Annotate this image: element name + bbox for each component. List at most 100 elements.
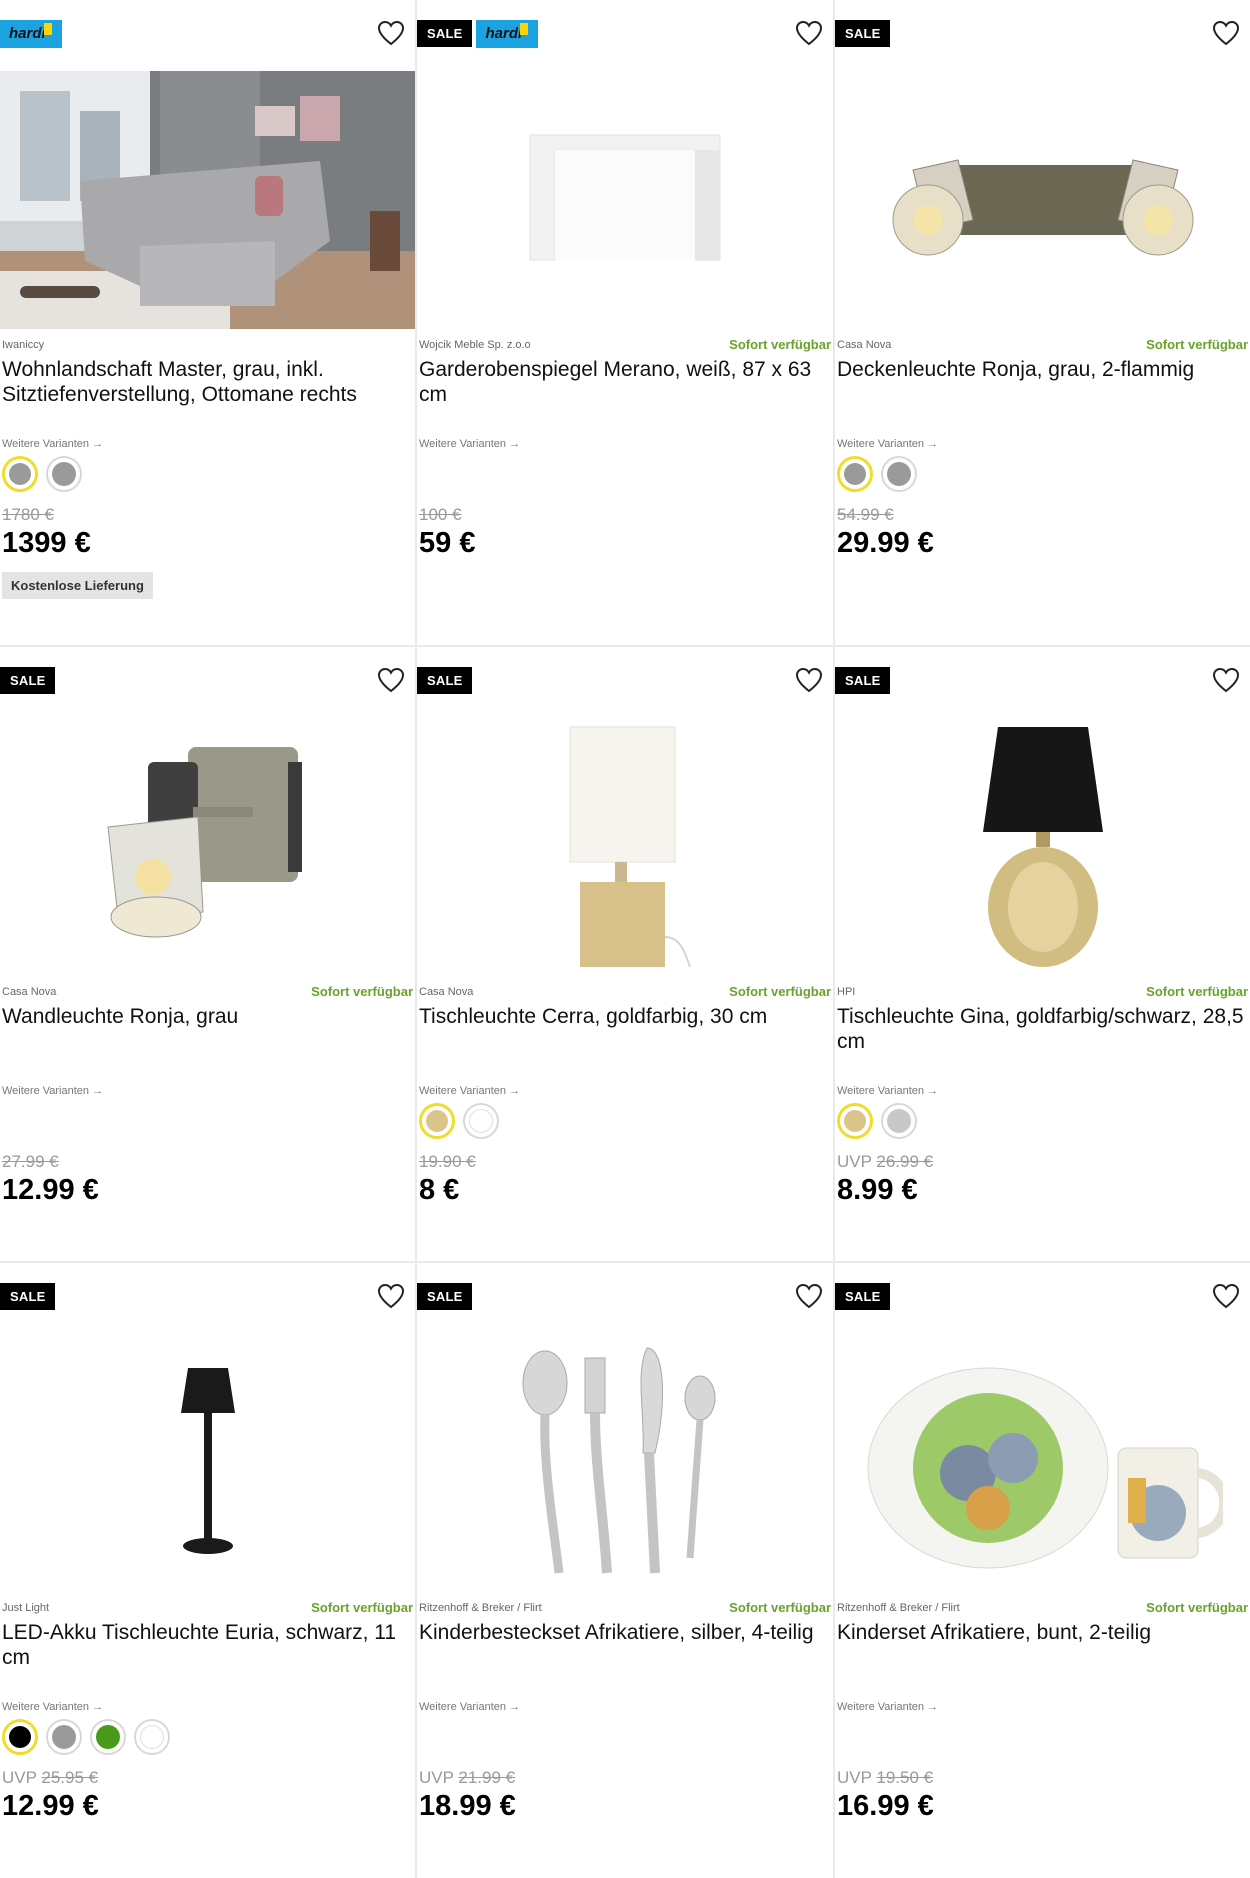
more-variants-link[interactable]: Weitere Varianten → (2, 1085, 103, 1097)
heart-icon[interactable] (377, 20, 405, 46)
swatch-fill (887, 462, 911, 486)
badge-group: SALE (0, 667, 56, 694)
product-card[interactable]: SALE Ritzenhoff & Breker / Flirt Sofort v… (835, 1263, 1250, 1878)
heart-icon[interactable] (1212, 1283, 1240, 1309)
brand-name: Wojcik Meble Sp. z.o.o (419, 339, 531, 351)
heart-icon[interactable] (1212, 667, 1240, 693)
product-name[interactable]: LED-Akku Tischleuchte Euria, schwarz, 11… (2, 1620, 409, 1670)
product-name[interactable]: Garderobenspiegel Merano, weiß, 87 x 63 … (419, 357, 827, 407)
hardi-logo-mark (520, 23, 529, 35)
cutlery-image[interactable] (417, 1333, 833, 1593)
product-name[interactable]: Wohnlandschaft Master, grau, inkl. Sitzt… (2, 357, 409, 407)
color-swatch[interactable] (419, 1103, 455, 1139)
product-meta: Iwaniccy (0, 337, 415, 353)
more-variants-link[interactable]: Weitere Varianten → (2, 1701, 103, 1713)
heart-icon[interactable] (795, 1283, 823, 1309)
product-meta: HPI Sofort verfügbar (835, 984, 1250, 1000)
heart-icon[interactable] (377, 1283, 405, 1309)
swatch-fill (887, 1109, 911, 1133)
product-name[interactable]: Kinderset Afrikatiere, bunt, 2-teilig (837, 1620, 1244, 1645)
product-meta: Casa Nova Sofort verfügbar (0, 984, 415, 1000)
ceiling-light-image[interactable] (835, 70, 1250, 330)
swatch-fill (844, 1110, 866, 1132)
color-swatch[interactable] (2, 1719, 38, 1755)
uvp-label: UVP (837, 1152, 872, 1171)
wall-light-image[interactable] (0, 717, 415, 977)
brand-name: Iwaniccy (2, 339, 45, 351)
product-card[interactable]: SALE Just Light Sofort verfügbar LED-Akku … (0, 1263, 415, 1878)
more-variants-link[interactable]: Weitere Varianten → (419, 1701, 520, 1713)
badge-group: SALE (417, 1283, 473, 1310)
product-card[interactable]: SALE hardi Wojcik Meble Sp. z.o.o Sofort v… (417, 0, 833, 645)
product-card[interactable]: SALE Casa Nova Sofort verfügbar Wandleucht… (0, 647, 415, 1261)
old-price-value: 27.99 € (2, 1152, 59, 1171)
product-name[interactable]: Tischleuchte Cerra, goldfarbig, 30 cm (419, 1004, 827, 1029)
swatch-fill (9, 463, 31, 485)
more-variants-link[interactable]: Weitere Varianten → (419, 438, 520, 450)
table-lamp-cerra-image[interactable] (417, 717, 833, 977)
more-variants-link[interactable]: Weitere Varianten → (837, 1085, 938, 1097)
availability-label: Sofort verfügbar (729, 1600, 831, 1615)
badge-group: SALE (0, 1283, 56, 1310)
old-price: 19.90 € (419, 1152, 476, 1172)
color-swatch[interactable] (837, 1103, 873, 1139)
hardi-badge-label: hardi (9, 25, 46, 42)
more-variants-link[interactable]: Weitere Varianten → (837, 1701, 938, 1713)
mirror-image[interactable] (417, 70, 833, 330)
current-price: 8.99 € (837, 1174, 918, 1206)
badge-group: SALE hardi (417, 20, 539, 48)
badge-group: hardi (0, 20, 62, 48)
old-price-value: 1780 € (2, 505, 54, 524)
product-name[interactable]: Deckenleuchte Ronja, grau, 2-flammig (837, 357, 1244, 382)
sale-badge: SALE (0, 1283, 56, 1310)
heart-icon[interactable] (1212, 20, 1240, 46)
sale-badge: SALE (417, 667, 473, 694)
kids-set-image[interactable] (835, 1333, 1250, 1593)
product-name[interactable]: Wandleuchte Ronja, grau (2, 1004, 409, 1029)
color-swatch[interactable] (2, 456, 38, 492)
brand-name: Ritzenhoff & Breker / Flirt (837, 1602, 960, 1614)
table-lamp-gina-image[interactable] (835, 717, 1250, 977)
more-variants-link[interactable]: Weitere Varianten → (419, 1085, 520, 1097)
more-variants-link[interactable]: Weitere Varianten → (837, 438, 938, 450)
color-swatch[interactable] (134, 1719, 170, 1755)
badge-group: SALE (417, 667, 473, 694)
product-card[interactable]: SALE Ritzenhoff & Breker / Flirt Sofort v… (417, 1263, 833, 1878)
old-price-value: 26.99 € (876, 1152, 934, 1171)
old-price-value: 19.90 € (419, 1152, 476, 1171)
product-card[interactable]: hardi Iwaniccy Wohnlandschaft Master, gra… (0, 0, 415, 645)
product-card[interactable]: SALE Casa Nova Sofort verfügbar Deckenleuc… (835, 0, 1250, 645)
battery-lamp-image[interactable] (0, 1333, 415, 1593)
product-card[interactable]: SALE HPI Sofort verfügbar Tischleuchte Gin… (835, 647, 1250, 1261)
current-price: 16.99 € (837, 1790, 934, 1822)
color-swatch[interactable] (46, 1719, 82, 1755)
current-price: 8 € (419, 1174, 460, 1206)
color-swatch[interactable] (837, 456, 873, 492)
heart-icon[interactable] (795, 667, 823, 693)
product-meta: Casa Nova Sofort verfügbar (835, 337, 1250, 353)
hardi-badge: hardi (476, 20, 539, 48)
sofa-image[interactable] (0, 70, 415, 330)
sale-badge: SALE (0, 667, 56, 694)
color-swatch[interactable] (463, 1103, 499, 1139)
color-swatch[interactable] (90, 1719, 126, 1755)
swatch-fill (426, 1110, 448, 1132)
old-price: UVP 26.99 € (837, 1152, 933, 1172)
more-variants-link[interactable]: Weitere Varianten → (2, 438, 103, 450)
heart-icon[interactable] (795, 20, 823, 46)
heart-icon[interactable] (377, 667, 405, 693)
sale-badge: SALE (417, 1283, 473, 1310)
product-name[interactable]: Kinderbesteckset Afrikatiere, silber, 4-… (419, 1620, 827, 1645)
brand-name: Ritzenhoff & Breker / Flirt (419, 1602, 542, 1614)
color-swatch[interactable] (881, 456, 917, 492)
swatch-fill (96, 1725, 120, 1749)
swatch-fill (844, 463, 866, 485)
color-swatches (2, 1719, 170, 1755)
brand-name: Casa Nova (419, 986, 474, 998)
brand-name: Casa Nova (837, 339, 892, 351)
color-swatch[interactable] (881, 1103, 917, 1139)
color-swatch[interactable] (46, 456, 82, 492)
product-card[interactable]: SALE Casa Nova Sofort verfügbar Tischleuch… (417, 647, 833, 1261)
color-swatches (837, 1103, 917, 1139)
product-name[interactable]: Tischleuchte Gina, goldfarbig/schwarz, 2… (837, 1004, 1244, 1054)
